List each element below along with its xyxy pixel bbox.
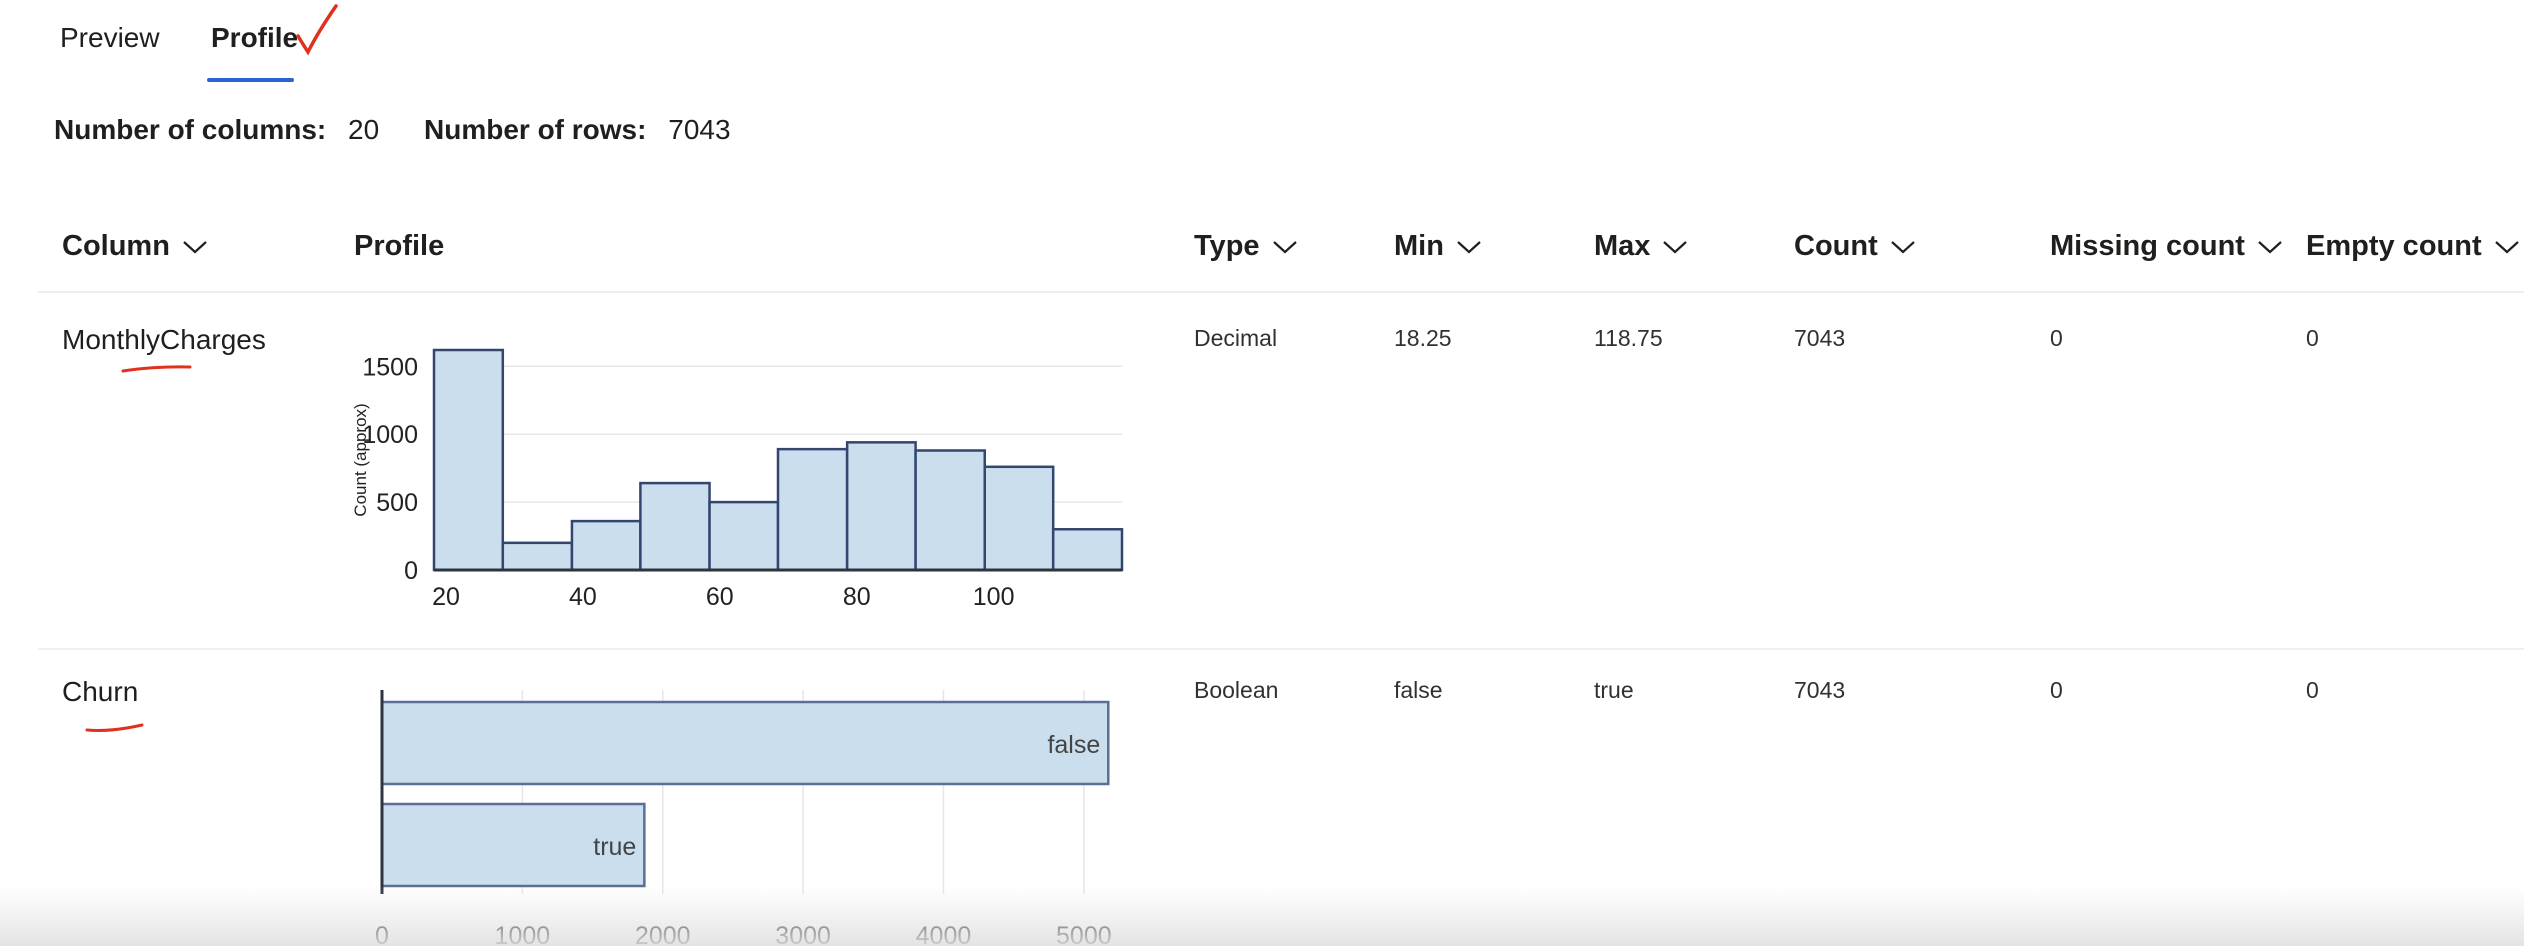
header-type[interactable]: Type [1194,230,1298,263]
header-type-label: Type [1194,230,1260,262]
header-empty-label: Empty count [2306,230,2482,262]
chevron-down-icon [1663,240,1688,253]
y-tick-label: 500 [376,489,418,517]
row-min: false [1394,677,1443,703]
chevron-down-icon [183,240,207,253]
row-max: 118.75 [1594,325,1663,351]
columns-summary: Number of columns: 20 [54,114,379,146]
histogram-bar [570,519,642,572]
header-column[interactable]: Column [62,230,208,263]
row-type: Boolean [1194,677,1279,703]
x-tick-label: 3000 [775,922,831,946]
rows-value: 7043 [668,114,731,145]
header-divider [38,291,2524,293]
row-missing-count: 0 [2050,325,2063,351]
header-missing-label: Missing count [2050,230,2245,262]
row-divider [38,648,2524,650]
category-label: false [1047,731,1100,759]
category-label: true [593,833,636,861]
header-missing-count[interactable]: Missing count [2050,230,2283,263]
row-min: 18.25 [1394,325,1452,351]
checkmark-annotation [296,4,338,56]
underline-annotation [85,723,144,732]
header-empty-count[interactable]: Empty count [2306,230,2520,263]
tab-selected-indicator [207,78,294,82]
x-tick-label: 20 [432,583,460,611]
category-bar [380,700,1110,786]
chevron-down-icon [1457,240,1481,253]
header-count[interactable]: Count [1794,230,1916,263]
histogram-bar [708,500,780,572]
chevron-down-icon [2494,240,2519,253]
header-profile: Profile [354,230,444,263]
header-profile-label: Profile [354,230,445,262]
histogram-bar [776,447,849,572]
row-count: 7043 [1794,677,1846,703]
row-empty-count: 0 [2306,677,2319,703]
y-tick-label: 0 [404,557,418,585]
boolean-bar-chart: 0 1000 2000 3000 4000 5000 false true [375,690,1112,946]
histogram-bar [845,441,917,572]
chevron-down-icon [2258,240,2282,253]
header-max[interactable]: Max [1594,230,1688,263]
x-tick-label: 0 [375,922,389,946]
histogram-bar [914,449,986,572]
row-missing-count: 0 [2050,677,2063,703]
header-count-label: Count [1794,230,1878,262]
tab-preview[interactable]: Preview [60,22,160,54]
x-tick-label: 1000 [495,922,551,946]
row-type: Decimal [1194,325,1278,351]
histogram-bar [1051,528,1124,572]
histogram-bar [432,348,505,572]
x-tick-label: 5000 [1056,922,1112,946]
x-tick-label: 40 [569,583,597,611]
header-min[interactable]: Min [1394,230,1482,263]
histogram-chart: 0 500 1000 1500 20 40 60 80 100 Count (approx) [351,348,1124,611]
tab-profile[interactable]: Profile [211,22,298,54]
row-max: true [1594,677,1634,703]
columns-label: Number of columns: [54,114,327,145]
x-tick-label: 100 [973,583,1015,611]
row-column-name: MonthlyCharges [62,324,266,355]
columns-value: 20 [348,114,380,145]
header-max-label: Max [1594,230,1651,262]
x-tick-label: 2000 [635,922,691,946]
x-tick-label: 60 [706,583,734,611]
x-tick-label: 80 [843,583,871,611]
y-tick-label: 1500 [362,353,418,381]
header-min-label: Min [1394,230,1444,262]
row-count: 7043 [1794,325,1846,351]
row-empty-count: 0 [2306,325,2319,351]
y-axis-label: Count (approx) [351,403,370,516]
header-column-label: Column [62,230,170,262]
chevron-down-icon [1891,240,1915,253]
underline-annotation [121,365,192,373]
row-column-name: Churn [62,676,139,707]
rows-label: Number of rows: [424,114,647,145]
rows-summary: Number of rows: 7043 [424,114,731,146]
chevron-down-icon [1272,240,1297,253]
histogram-bar [639,481,711,572]
histogram-bar [501,541,574,572]
histogram-bar [983,465,1055,572]
x-tick-label: 4000 [916,922,972,946]
y-tick-label: 1000 [362,421,418,449]
